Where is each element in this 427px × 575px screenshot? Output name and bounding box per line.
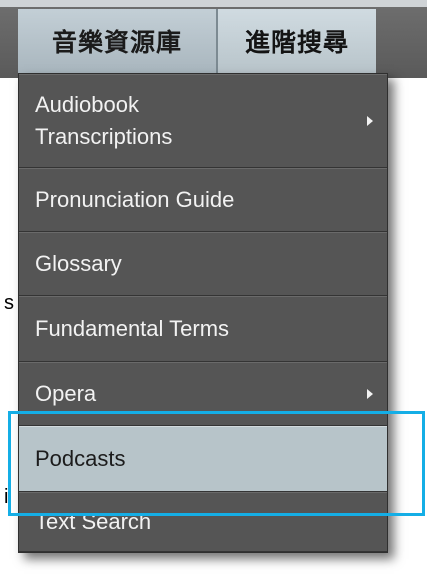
menu-item-glossary[interactable]: Glossary [19,232,387,296]
menu-item-label: Opera [35,381,97,406]
menu-item-label: Podcasts [35,446,126,471]
dropdown-menu: Audiobook Transcriptions Pronunciation G… [18,73,388,553]
menu-item-audiobook-transcriptions[interactable]: Audiobook Transcriptions [19,74,387,168]
menu-item-fundamental-terms[interactable]: Fundamental Terms [19,296,387,362]
menu-item-label: Pronunciation Guide [35,187,235,212]
menu-item-label: Audiobook Transcriptions [35,92,173,149]
menu-item-label: Fundamental Terms [35,316,230,341]
submenu-arrow-icon [367,389,373,399]
tab-advanced-search[interactable]: 進階搜尋 [218,9,376,73]
submenu-arrow-icon [367,116,373,126]
menu-item-pronunciation-guide[interactable]: Pronunciation Guide [19,168,387,232]
page-text-fragment: i [4,486,9,508]
menu-item-text-search[interactable]: Text Search [19,492,387,552]
menu-item-label: Glossary [35,251,122,276]
menu-item-opera[interactable]: Opera [19,362,387,426]
menu-item-podcasts[interactable]: Podcasts [19,426,387,492]
top-tabs: 音樂資源庫 進階搜尋 [18,9,376,73]
top-strip [0,0,427,7]
menu-item-label: Text Search [35,509,152,534]
tab-music-library[interactable]: 音樂資源庫 [18,9,218,73]
page-text-fragment: s [4,292,14,314]
